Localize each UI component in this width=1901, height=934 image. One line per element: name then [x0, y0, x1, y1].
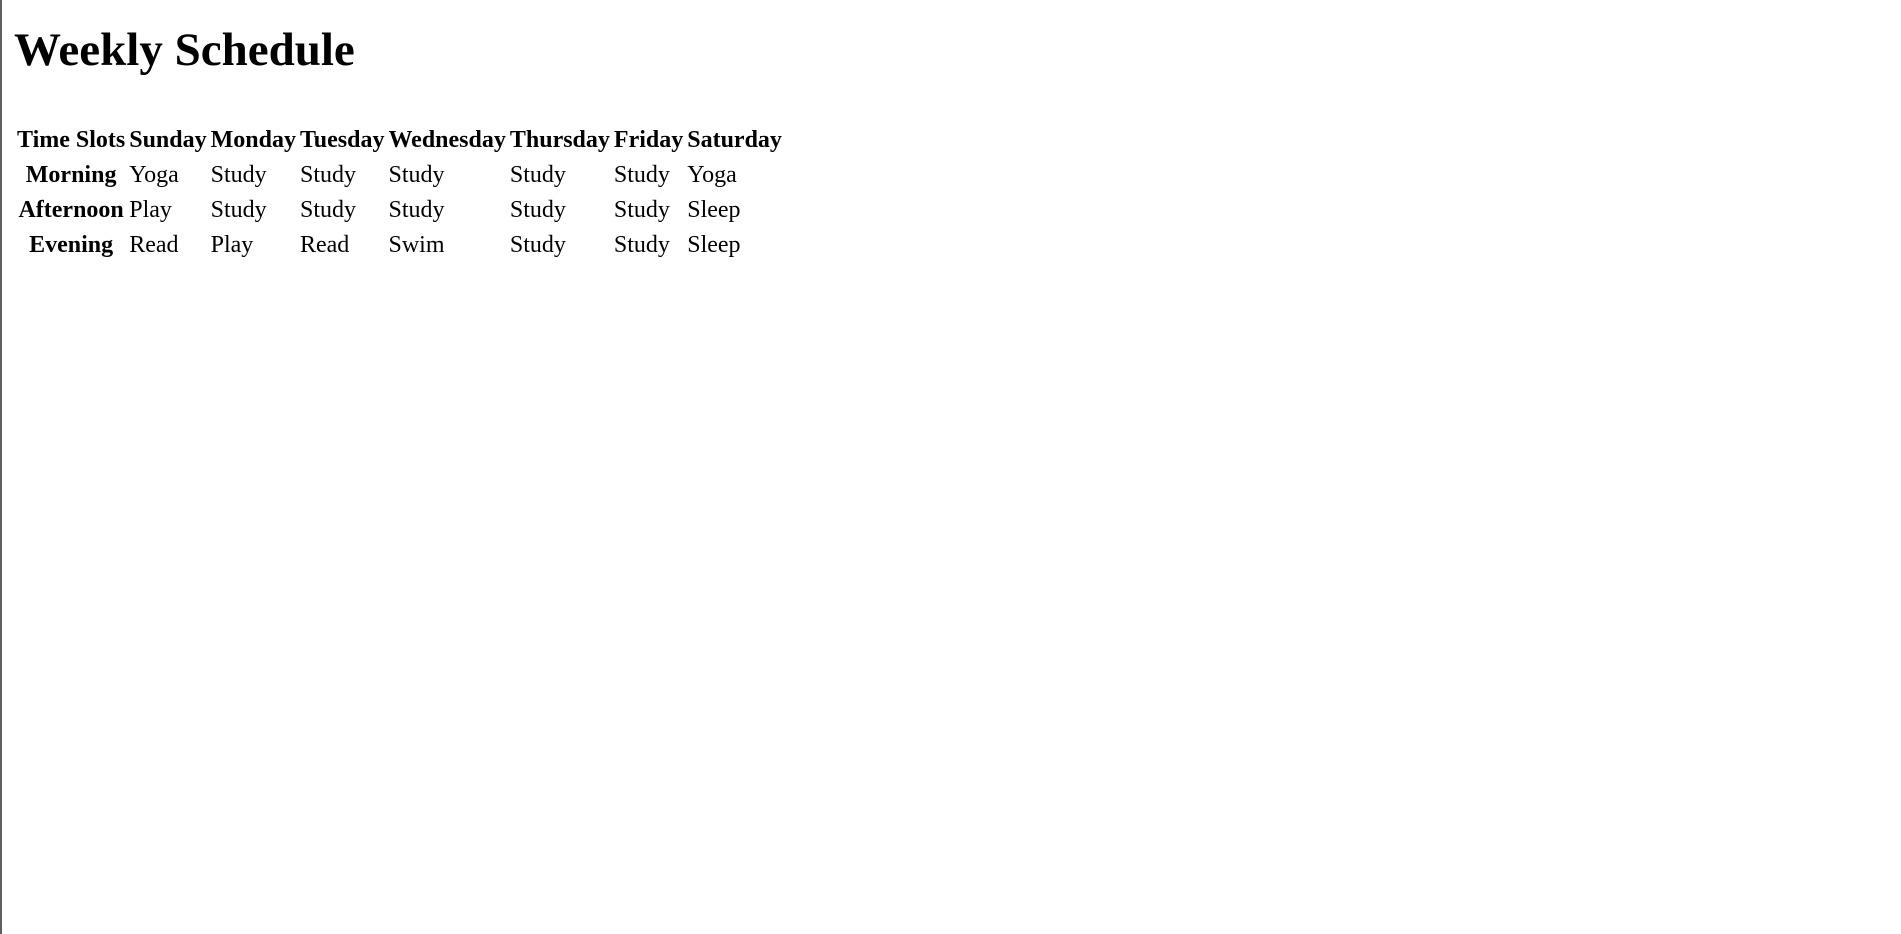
table-cell: Yoga [129, 162, 179, 188]
schedule-table: Time Slots Sunday Monday Tuesday Wednesd… [14, 122, 785, 264]
row-label-morning: Morning [25, 162, 117, 188]
table-cell: Read [299, 232, 350, 258]
table-header-row: Time Slots Sunday Monday Tuesday Wednesd… [16, 124, 783, 157]
header-tuesday: Tuesday [299, 127, 385, 153]
table-cell: Study [210, 162, 267, 188]
row-label-afternoon: Afternoon [18, 197, 124, 223]
header-time-slots: Time Slots [17, 127, 126, 153]
table-cell: Play [210, 232, 254, 258]
table-row-afternoon: Afternoon Play Study Study Study Study S… [16, 194, 783, 227]
table-cell: Study [509, 232, 566, 258]
table-row-morning: Morning Yoga Study Study Study Study Stu… [16, 159, 783, 192]
table-cell: Study [299, 197, 356, 223]
page-content: Weekly Schedule Time Slots Sunday Monday… [14, 0, 785, 264]
table-cell: Study [613, 197, 670, 223]
table-cell: Study [388, 197, 445, 223]
table-cell: Study [210, 197, 267, 223]
table-cell: Swim [388, 232, 445, 258]
table-cell: Study [613, 232, 670, 258]
table-cell: Study [388, 162, 445, 188]
table-cell: Sleep [687, 197, 741, 223]
left-window-border [0, 0, 2, 934]
header-friday: Friday [613, 127, 684, 153]
header-sunday: Sunday [129, 127, 207, 153]
table-row-evening: Evening Read Play Read Swim Study Study … [16, 229, 783, 262]
table-cell: Yoga [687, 162, 737, 188]
header-thursday: Thursday [509, 127, 610, 153]
table-cell: Study [509, 197, 566, 223]
table-cell: Study [613, 162, 670, 188]
table-cell: Play [129, 197, 172, 223]
header-wednesday: Wednesday [388, 127, 506, 153]
page-title: Weekly Schedule [14, 24, 355, 76]
header-saturday: Saturday [687, 127, 782, 153]
table-cell: Study [509, 162, 566, 188]
table-cell: Study [299, 162, 356, 188]
table-cell: Sleep [687, 232, 741, 258]
header-monday: Monday [210, 127, 296, 153]
row-label-evening: Evening [29, 232, 114, 258]
table-cell: Read [129, 232, 179, 258]
